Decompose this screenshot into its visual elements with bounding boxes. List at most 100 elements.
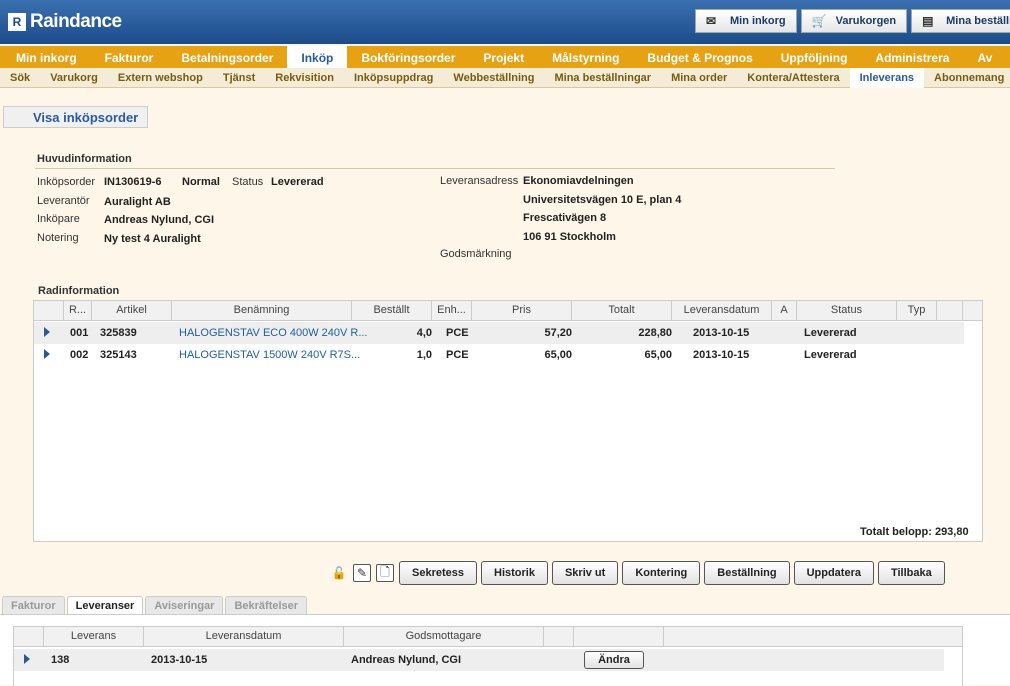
order-value: IN130619-6 bbox=[104, 176, 162, 188]
nav-betalningsorder[interactable]: Betalningsorder bbox=[167, 46, 287, 68]
cell-unit: PCE bbox=[446, 349, 469, 361]
supplier-label: Leverantör bbox=[37, 195, 90, 207]
column-header-receiver[interactable]: Godsmottagare bbox=[344, 627, 544, 647]
cell-status: Levererad bbox=[804, 327, 857, 339]
sekretess-button[interactable]: Sekretess bbox=[399, 561, 477, 585]
nav-min-inkorg[interactable]: Min inkorg bbox=[2, 46, 91, 68]
note-label: Notering bbox=[37, 232, 79, 244]
kontering-button[interactable]: Kontering bbox=[622, 561, 701, 585]
section-divider bbox=[35, 168, 835, 169]
deliveries-grid: Leverans Leveransdatum Godsmottagare 138… bbox=[13, 626, 963, 686]
nav-inkop[interactable]: Inköp bbox=[287, 46, 348, 68]
cell-delivery-date: 2013-10-15 bbox=[151, 654, 208, 666]
skriv-ut-button[interactable]: Skriv ut bbox=[551, 561, 619, 585]
column-header-status[interactable]: Status bbox=[797, 301, 897, 321]
delivery-address-line: Universitetsvägen 10 E, plan 4 bbox=[523, 194, 682, 206]
column-header-delivery-date[interactable]: Leveransdatum bbox=[144, 627, 344, 647]
cell-delivery-date: 2013-10-15 bbox=[693, 327, 750, 339]
nav-bokforingsorder[interactable]: Bokföringsorder bbox=[347, 46, 469, 68]
cell-row: 002 bbox=[70, 349, 89, 361]
column-header-expand bbox=[34, 301, 64, 321]
subnav-sok[interactable]: Sök bbox=[0, 68, 40, 88]
column-header-delivery-date[interactable]: Leveransdatum bbox=[672, 301, 772, 321]
subnav-kontera-attestera[interactable]: Kontera/Attestera bbox=[737, 68, 849, 88]
cell-status: Levererad bbox=[804, 349, 857, 361]
delivery-address-label: Leveransadress bbox=[440, 175, 519, 187]
subnav-inkopsuppdrag[interactable]: Inköpsuppdrag bbox=[344, 68, 443, 88]
goods-marking-label: Godsmärkning bbox=[440, 248, 512, 260]
nav-malstyrning[interactable]: Målstyrning bbox=[538, 46, 633, 68]
nav-av[interactable]: Av bbox=[963, 46, 1006, 68]
quicklink-min-inkorg[interactable]: ✉ Min inkorg bbox=[695, 9, 797, 33]
column-header-total[interactable]: Totalt bbox=[572, 301, 672, 321]
column-header-description[interactable]: Benämning bbox=[172, 301, 352, 321]
priority-value: Normal bbox=[182, 176, 220, 188]
cell-delivery: 138 bbox=[51, 654, 70, 666]
subnav-webbestallning[interactable]: Webbeställning bbox=[443, 68, 544, 88]
cell-ordered: 1,0 bbox=[416, 349, 432, 361]
cell-total: 65,00 bbox=[644, 349, 672, 361]
column-header-row[interactable]: R... bbox=[64, 301, 92, 321]
expand-row-icon[interactable] bbox=[24, 654, 30, 664]
table-row[interactable]: 138 2013-10-15 Andreas Nylund, CGI Ändra bbox=[14, 649, 944, 671]
table-row[interactable]: 001 325839 HALOGENSTAV ECO 400W 240V R..… bbox=[34, 322, 964, 344]
column-header-article[interactable]: Artikel bbox=[92, 301, 172, 321]
expand-row-icon[interactable] bbox=[44, 327, 50, 337]
cart-icon: 🛒 bbox=[811, 14, 827, 28]
column-header-action bbox=[574, 627, 664, 647]
order-lines-grid: R... Artikel Benämning Beställt Enh... P… bbox=[33, 300, 983, 542]
subnav-inleverans[interactable]: Inleverans bbox=[849, 68, 925, 88]
cell-description-link[interactable]: HALOGENSTAV 1500W 240V R7S... bbox=[179, 349, 360, 361]
quicklink-label: Varukorgen bbox=[835, 15, 897, 27]
nav-fakturor[interactable]: Fakturor bbox=[91, 46, 168, 68]
quicklink-mina-bestallningar[interactable]: ▤ Mina beställningar bbox=[911, 9, 1010, 33]
cell-unit: PCE bbox=[446, 327, 469, 339]
column-header-type[interactable]: Typ bbox=[897, 301, 937, 321]
nav-uppfoljning[interactable]: Uppföljning bbox=[767, 46, 862, 68]
logo-mark: R bbox=[8, 13, 26, 31]
nav-projekt[interactable]: Projekt bbox=[469, 46, 538, 68]
subnav-mina-order[interactable]: Mina order bbox=[661, 68, 737, 88]
subnav-abonnemang[interactable]: Abonnemang bbox=[924, 68, 1010, 88]
document-icon[interactable]: 🗋 bbox=[376, 564, 394, 582]
quicklinks: ✉ Min inkorg 🛒 Varukorgen ▤ Mina beställ… bbox=[695, 9, 1010, 33]
column-header-price[interactable]: Pris bbox=[472, 301, 572, 321]
tab-bekraftelser[interactable]: Bekräftelser bbox=[225, 596, 308, 615]
cell-article: 325839 bbox=[100, 327, 137, 339]
expand-row-icon[interactable] bbox=[44, 349, 50, 359]
tab-fakturor[interactable]: Fakturor bbox=[2, 596, 65, 615]
subnav-mina-bestallningar[interactable]: Mina beställningar bbox=[544, 68, 661, 88]
nav-budget-prognos[interactable]: Budget & Prognos bbox=[633, 46, 766, 68]
cell-price: 65,00 bbox=[544, 349, 572, 361]
andra-button[interactable]: Ändra bbox=[584, 651, 644, 669]
page-title: Visa inköpsorder bbox=[3, 106, 148, 128]
table-row[interactable]: 002 325143 HALOGENSTAV 1500W 240V R7S...… bbox=[34, 344, 964, 366]
historik-button[interactable]: Historik bbox=[481, 561, 548, 585]
nav-administrera[interactable]: Administrera bbox=[861, 46, 963, 68]
delivery-address-line: Ekonomiavdelningen bbox=[523, 175, 634, 187]
quicklink-varukorgen[interactable]: 🛒 Varukorgen bbox=[800, 9, 908, 33]
orders-icon: ▤ bbox=[922, 14, 934, 28]
subnav-rekvisition[interactable]: Rekvisition bbox=[265, 68, 344, 88]
subnav-extern-webshop[interactable]: Extern webshop bbox=[108, 68, 213, 88]
tab-leveranser[interactable]: Leveranser bbox=[66, 596, 144, 615]
lock-icon[interactable]: 🔓 bbox=[330, 564, 348, 582]
tab-panel-leveranser: Leverans Leveransdatum Godsmottagare 138… bbox=[0, 614, 1010, 686]
uppdatera-button[interactable]: Uppdatera bbox=[793, 561, 874, 585]
cell-receiver: Andreas Nylund, CGI bbox=[351, 654, 462, 666]
supplier-value: Auralight AB bbox=[104, 196, 171, 208]
raindance-logo: R Raindance bbox=[8, 11, 122, 33]
subnav-tjanst[interactable]: Tjänst bbox=[213, 68, 265, 88]
tillbaka-button[interactable]: Tillbaka bbox=[877, 561, 945, 585]
subnav-varukorg[interactable]: Varukorg bbox=[40, 68, 108, 88]
bestallning-button[interactable]: Beställning bbox=[704, 561, 790, 585]
note-value: Ny test 4 Auralight bbox=[104, 233, 201, 245]
column-header-delivery[interactable]: Leverans bbox=[44, 627, 144, 647]
buyer-value: Andreas Nylund, CGI bbox=[104, 214, 215, 226]
column-header-unit[interactable]: Enh... bbox=[432, 301, 472, 321]
pencil-icon[interactable]: ✎ bbox=[353, 564, 371, 582]
column-header-a[interactable]: A bbox=[772, 301, 797, 321]
cell-description-link[interactable]: HALOGENSTAV ECO 400W 240V R... bbox=[179, 327, 368, 339]
column-header-ordered[interactable]: Beställt bbox=[352, 301, 432, 321]
tab-aviseringar[interactable]: Aviseringar bbox=[145, 596, 224, 615]
